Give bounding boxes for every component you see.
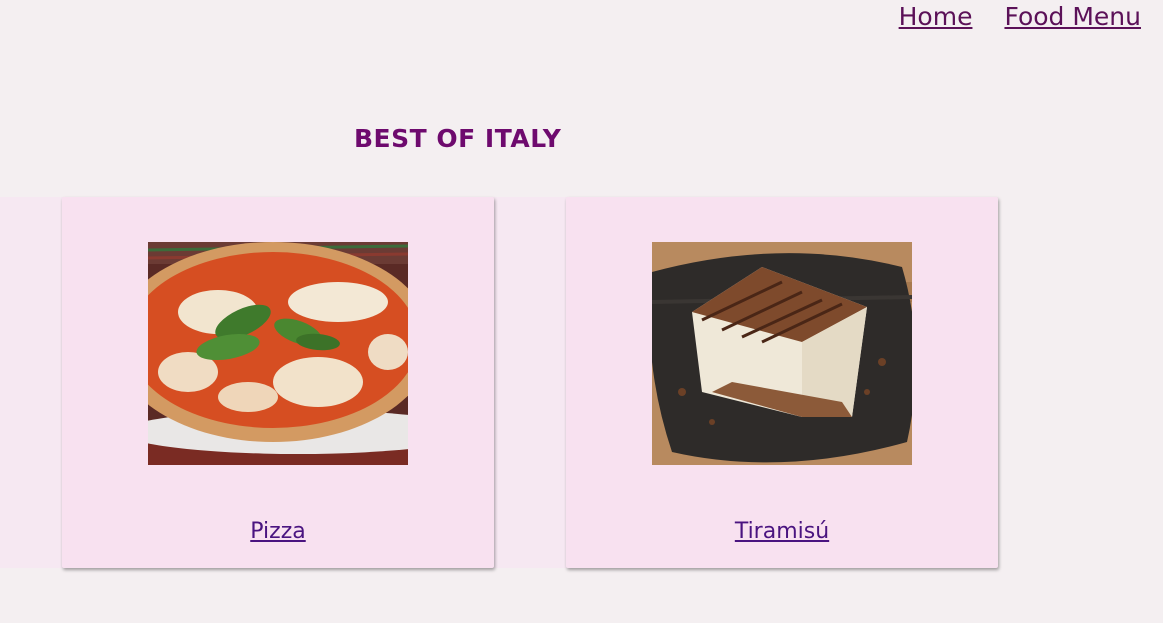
top-nav: Home Food Menu: [867, 0, 1141, 32]
tiramisu-link[interactable]: Tiramisú: [566, 519, 998, 544]
food-card-tiramisu[interactable]: Tiramisú: [566, 197, 998, 568]
pizza-link[interactable]: Pizza: [62, 519, 494, 544]
nav-home-link[interactable]: Home: [899, 2, 973, 31]
food-card-pizza[interactable]: Pizza: [62, 197, 494, 568]
page-title: BEST OF ITALY: [354, 124, 562, 153]
tiramisu-photo[interactable]: [652, 242, 912, 465]
pizza-photo[interactable]: [148, 242, 408, 465]
nav-food-menu-link[interactable]: Food Menu: [1004, 2, 1141, 31]
